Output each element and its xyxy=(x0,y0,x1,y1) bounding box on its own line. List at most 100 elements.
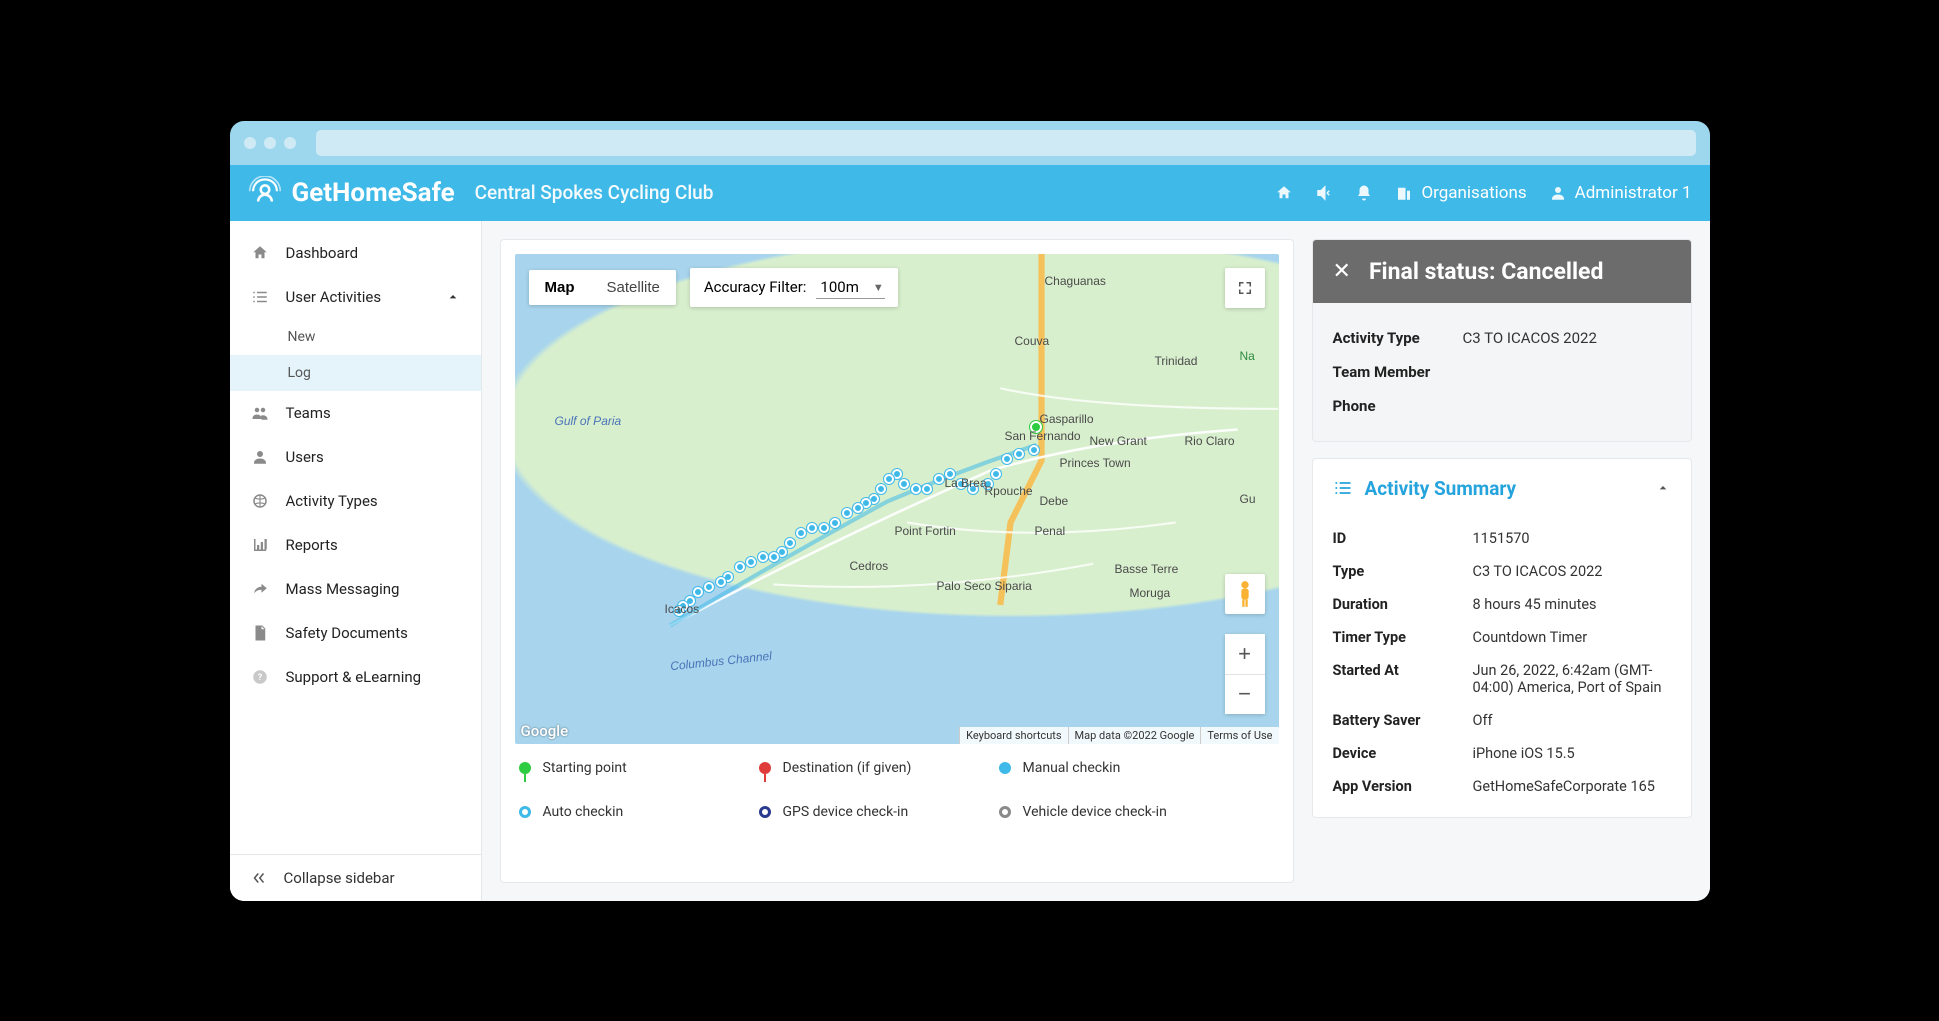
browser-frame: GetHomeSafe Central Spokes Cycling Club … xyxy=(230,121,1710,901)
topbar: GetHomeSafe Central Spokes Cycling Club … xyxy=(230,165,1710,221)
user-label: Administrator 1 xyxy=(1575,183,1692,203)
user-icon xyxy=(1549,184,1567,202)
pegman-icon xyxy=(1234,579,1256,609)
sidebar: Dashboard User Activities New Log xyxy=(230,221,482,901)
map-type-toggle: Map Satellite xyxy=(529,270,676,305)
window-controls[interactable] xyxy=(244,137,296,149)
sidebar-label: Teams xyxy=(286,404,331,422)
sidebar-item-support[interactable]: ? Support & eLearning xyxy=(230,655,481,699)
map-labels: Gulf of Paria Columbus Channel Chaguanas… xyxy=(515,254,1279,744)
app: GetHomeSafe Central Spokes Cycling Club … xyxy=(230,165,1710,901)
user-icon xyxy=(250,447,270,467)
fullscreen-button[interactable] xyxy=(1225,268,1265,308)
list-check-icon xyxy=(250,287,270,307)
brand[interactable]: GetHomeSafe xyxy=(248,176,455,210)
legend-vehicle: Vehicle device check-in xyxy=(999,804,1179,820)
map-tab-satellite[interactable]: Satellite xyxy=(591,270,676,305)
sidebar-item-users[interactable]: Users xyxy=(230,435,481,479)
sidebar-item-dashboard[interactable]: Dashboard xyxy=(230,231,481,275)
collapse-label: Collapse sidebar xyxy=(284,869,395,887)
sound-icon[interactable] xyxy=(1315,184,1333,202)
close-icon[interactable]: ✕ xyxy=(1333,259,1351,284)
status-title: Final status: Cancelled xyxy=(1369,258,1604,285)
document-icon xyxy=(250,623,270,643)
summary-title: Activity Summary xyxy=(1365,477,1517,500)
browser-chrome xyxy=(230,121,1710,165)
sidebar-item-reports[interactable]: Reports xyxy=(230,523,481,567)
sidebar-subitem-log[interactable]: Log xyxy=(230,355,481,391)
zoom-out-button[interactable]: − xyxy=(1225,674,1265,714)
status-header: ✕ Final status: Cancelled xyxy=(1313,240,1691,303)
org-name: Central Spokes Cycling Club xyxy=(475,181,714,204)
legend-destination: Destination (if given) xyxy=(759,760,939,776)
collapse-sidebar[interactable]: Collapse sidebar xyxy=(230,854,481,901)
sidebar-item-mass-messaging[interactable]: Mass Messaging xyxy=(230,567,481,611)
map-tab-map[interactable]: Map xyxy=(529,270,591,305)
pin-red-icon xyxy=(759,762,771,774)
pegman[interactable] xyxy=(1225,574,1265,614)
google-logo: Google xyxy=(521,722,569,740)
main: Gulf of Paria Columbus Channel Chaguanas… xyxy=(482,221,1710,901)
sidebar-item-activity-types[interactable]: Activity Types xyxy=(230,479,481,523)
brand-text: GetHomeSafe xyxy=(292,178,455,208)
bell-icon[interactable] xyxy=(1355,184,1373,202)
help-icon: ? xyxy=(250,667,270,687)
chevron-up-icon xyxy=(445,289,461,305)
building-icon xyxy=(1395,184,1413,202)
dot-blue-icon xyxy=(999,762,1011,774)
sidebar-label: Support & eLearning xyxy=(286,668,422,686)
accuracy-filter: Accuracy Filter: 100m ▼ xyxy=(690,268,898,307)
accuracy-select[interactable]: 100m xyxy=(816,276,884,299)
sidebar-label: Dashboard xyxy=(286,244,359,262)
user-menu[interactable]: Administrator 1 xyxy=(1549,183,1692,203)
list-icon xyxy=(1333,478,1353,498)
chevron-up-icon xyxy=(1655,480,1671,496)
summary-header[interactable]: Activity Summary xyxy=(1313,459,1691,518)
terms-link[interactable]: Terms of Use xyxy=(1200,727,1278,744)
svg-text:?: ? xyxy=(257,673,262,683)
sidebar-subitem-new[interactable]: New xyxy=(230,319,481,355)
status-card: ✕ Final status: Cancelled Activity TypeC… xyxy=(1312,239,1692,442)
sidebar-item-user-activities[interactable]: User Activities xyxy=(230,275,481,319)
organisations-label: Organisations xyxy=(1421,183,1526,203)
ring-navy-icon xyxy=(759,806,771,818)
sidebar-label: Activity Types xyxy=(286,492,378,510)
zoom-controls: + − xyxy=(1225,634,1265,714)
keyboard-shortcuts-link[interactable]: Keyboard shortcuts xyxy=(959,727,1067,744)
zoom-in-button[interactable]: + xyxy=(1225,634,1265,674)
legend-auto: Auto checkin xyxy=(519,804,699,820)
map[interactable]: Gulf of Paria Columbus Channel Chaguanas… xyxy=(515,254,1279,744)
sidebar-label: Reports xyxy=(286,536,338,554)
legend-manual: Manual checkin xyxy=(999,760,1179,776)
home-icon xyxy=(250,243,270,263)
brand-icon xyxy=(248,176,282,210)
chart-icon xyxy=(250,535,270,555)
team-icon xyxy=(250,403,270,423)
map-attribution: Keyboard shortcuts Map data ©2022 Google… xyxy=(959,727,1278,744)
organisations-link[interactable]: Organisations xyxy=(1395,183,1526,203)
ball-icon xyxy=(250,491,270,511)
map-data-text: Map data ©2022 Google xyxy=(1068,727,1201,744)
sidebar-item-safety-documents[interactable]: Safety Documents xyxy=(230,611,481,655)
chevrons-left-icon xyxy=(250,869,268,887)
url-bar[interactable] xyxy=(316,130,1696,156)
sidebar-label: Safety Documents xyxy=(286,624,408,642)
sidebar-label: User Activities xyxy=(286,288,382,306)
pin-green-icon xyxy=(519,762,531,774)
accuracy-label: Accuracy Filter: xyxy=(704,278,807,296)
sidebar-label: Users xyxy=(286,448,324,466)
fullscreen-icon xyxy=(1236,279,1254,297)
activity-map-panel: Gulf of Paria Columbus Channel Chaguanas… xyxy=(500,239,1294,883)
sidebar-label: Mass Messaging xyxy=(286,580,400,598)
right-panel: ✕ Final status: Cancelled Activity TypeC… xyxy=(1312,239,1692,883)
share-icon xyxy=(250,579,270,599)
sidebar-item-teams[interactable]: Teams xyxy=(230,391,481,435)
topbar-actions: Organisations Administrator 1 xyxy=(1275,183,1691,203)
legend-gps: GPS device check-in xyxy=(759,804,939,820)
home-icon[interactable] xyxy=(1275,184,1293,202)
legend-start: Starting point xyxy=(519,760,699,776)
map-legend: Starting point Destination (if given) Ma… xyxy=(515,744,1279,824)
ring-grey-icon xyxy=(999,806,1011,818)
activity-summary-card: Activity Summary ID1151570 TypeC3 TO ICA… xyxy=(1312,458,1692,818)
ring-blue-icon xyxy=(519,806,531,818)
